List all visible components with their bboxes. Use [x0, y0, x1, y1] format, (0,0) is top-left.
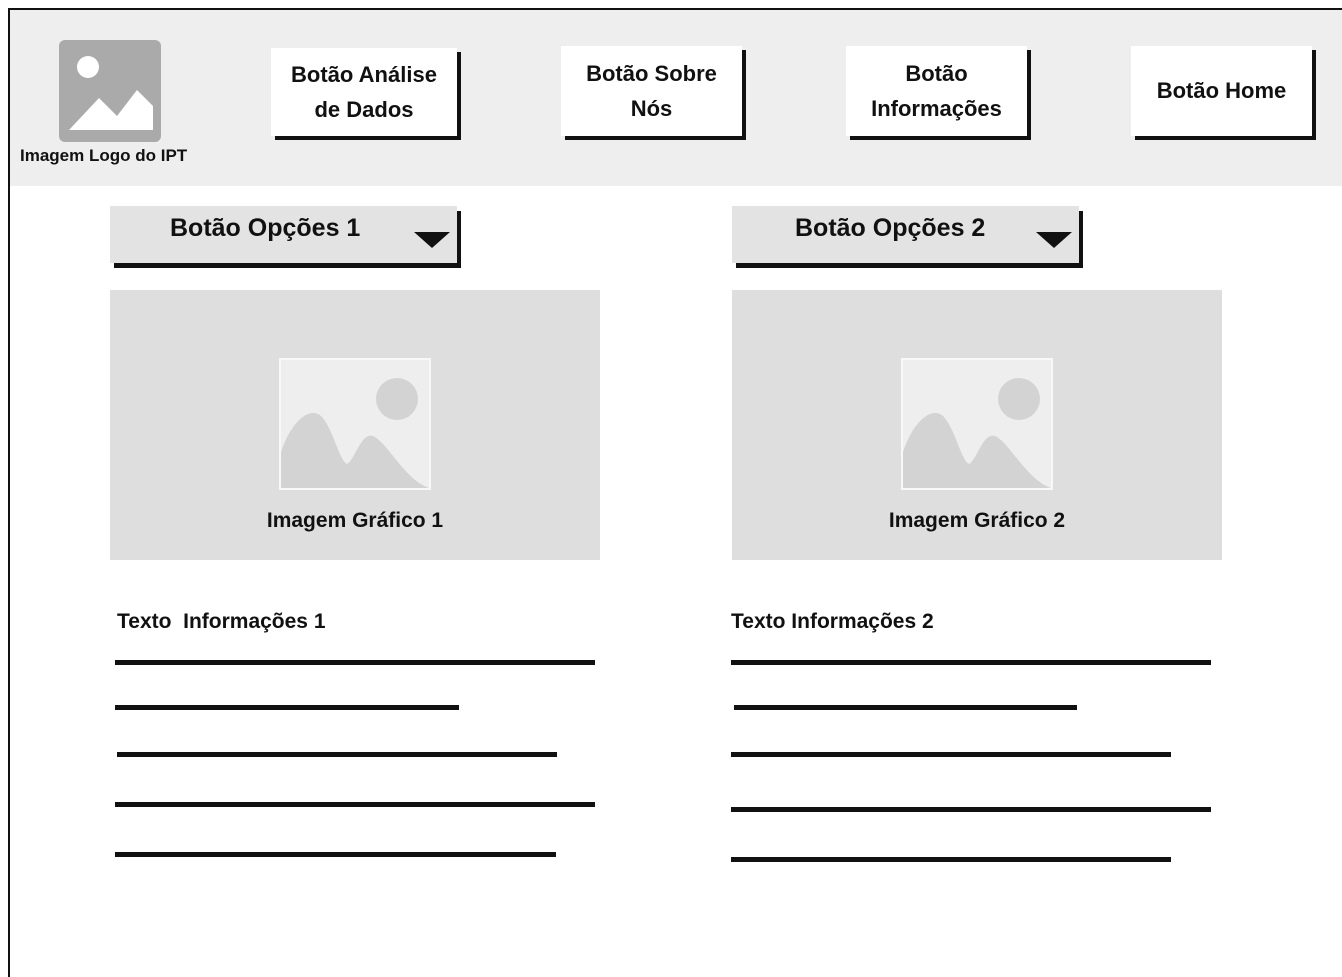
- text-line: [731, 857, 1171, 862]
- info-title-1: Texto Informações 1: [117, 610, 326, 633]
- text-line: [115, 705, 459, 710]
- chart-image-1: Imagem Gráfico 1: [110, 290, 600, 560]
- text-line: [115, 802, 595, 807]
- nav-button-sobre-nos[interactable]: Botão Sobre Nós: [561, 46, 742, 136]
- nav-button-label: Nós: [630, 96, 673, 121]
- logo-image-icon: [59, 40, 161, 142]
- nav-button-label: de Dados: [314, 97, 414, 122]
- caret-down-icon: [1036, 232, 1072, 248]
- options-button-label: Botão Opções 1: [170, 214, 361, 242]
- nav-button-informacoes[interactable]: Botão Informações: [846, 46, 1027, 136]
- nav-button-label: Informações: [871, 96, 1002, 121]
- image-placeholder-icon: [279, 358, 431, 490]
- text-line: [731, 660, 1211, 665]
- chart-image-2: Imagem Gráfico 2: [732, 290, 1222, 560]
- chart-caption: Imagem Gráfico 1: [266, 509, 444, 532]
- text-line: [731, 752, 1171, 757]
- nav-button-label: Botão Análise: [291, 61, 437, 87]
- text-line: [115, 660, 595, 665]
- nav-button-label: Botão: [905, 60, 968, 86]
- text-line: [115, 852, 556, 857]
- image-placeholder-icon: [901, 358, 1053, 490]
- options-button-2[interactable]: Botão Opções 2: [732, 206, 1079, 263]
- options-button-label: Botão Opções 2: [795, 214, 986, 242]
- text-line: [731, 807, 1211, 812]
- text-line: [734, 705, 1077, 710]
- nav-button-label: Botão Sobre: [586, 60, 717, 86]
- caret-down-icon: [414, 232, 450, 248]
- chart-caption: Imagem Gráfico 2: [888, 509, 1066, 532]
- text-line: [117, 752, 557, 757]
- nav-button-label: Botão Home: [1156, 78, 1287, 104]
- options-button-1[interactable]: Botão Opções 1: [110, 206, 457, 263]
- nav-button-home[interactable]: Botão Home: [1131, 46, 1312, 136]
- info-title-2: Texto Informações 2: [731, 610, 934, 633]
- nav-button-analise-dados[interactable]: Botão Análise de Dados: [271, 48, 457, 136]
- logo-caption: Imagem Logo do IPT: [20, 146, 188, 165]
